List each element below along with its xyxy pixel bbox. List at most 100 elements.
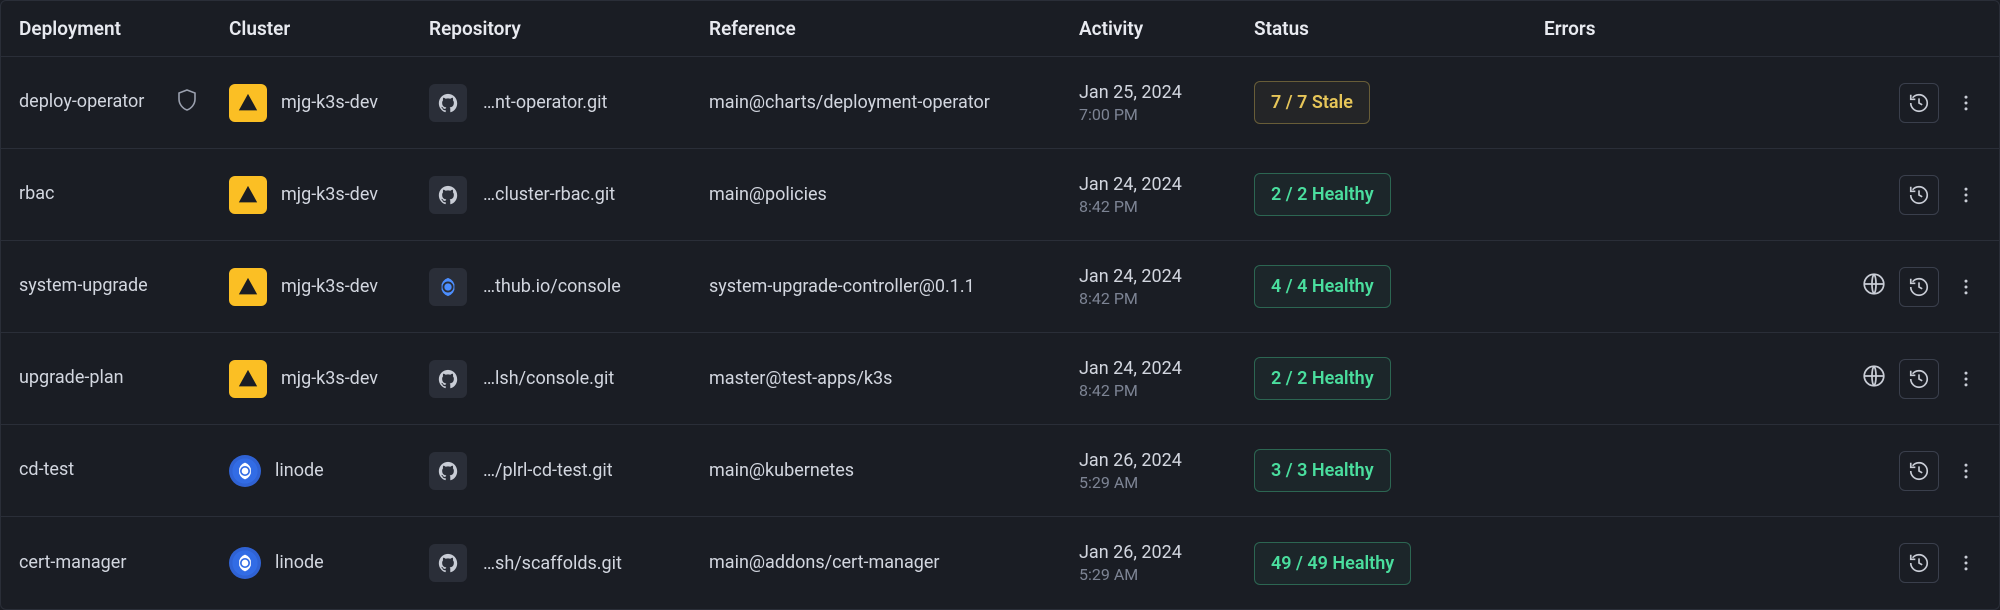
activity-time: 5:29 AM [1079,473,1254,492]
repository-cell: …cluster-rbac.git [429,176,709,214]
status-badge: 3 / 3 Healthy [1254,449,1391,492]
kubernetes-icon [229,455,261,487]
cluster-warning-icon [229,84,267,122]
cluster-name: linode [275,551,324,574]
cluster-warning-icon [229,360,267,398]
reference-text: main@kubernetes [709,458,854,483]
table-header: Deployment Cluster Repository Reference … [1,1,1999,57]
cluster-name: mjg-k3s-dev [281,91,378,114]
cluster-cell: mjg-k3s-dev [229,84,429,122]
col-deployment: Deployment [19,17,229,40]
status-cell: 2 / 2 Healthy [1254,357,1544,400]
activity-cell: Jan 26, 2024 5:29 AM [1079,542,1254,584]
repository-name: …nt-operator.git [483,92,607,113]
deployment-name: cert-manager [19,551,126,575]
reference-cell: main@addons/cert-manager [709,550,1079,575]
table-row[interactable]: rbac mjg-k3s-dev …cluster-rbac.git main@pol… [1,149,1999,241]
globe-icon[interactable] [1861,363,1887,394]
repository-cell: …lsh/console.git [429,360,709,398]
repository-name: …cluster-rbac.git [483,184,615,205]
github-icon [429,176,467,214]
deployment-cell: rbac [19,182,229,206]
status-badge: 7 / 7 Stale [1254,81,1370,124]
deployment-name: system-upgrade [19,274,148,298]
history-button[interactable] [1899,175,1939,215]
col-reference: Reference [709,17,1079,40]
status-cell: 7 / 7 Stale [1254,81,1544,124]
reference-text: main@charts/deployment-operator [709,90,990,115]
table-row[interactable]: cert-manager linode …sh/scaffolds.git main@… [1,517,1999,609]
github-icon [429,452,467,490]
status-badge: 4 / 4 Healthy [1254,265,1391,308]
more-actions-button[interactable] [1951,451,1981,491]
repository-cell: …thub.io/console [429,268,709,306]
kubernetes-icon [229,547,261,579]
table-row[interactable]: upgrade-plan mjg-k3s-dev …lsh/console.git m… [1,333,1999,425]
deployment-cell: cert-manager [19,551,229,575]
repository-name: …lsh/console.git [483,368,614,389]
cluster-warning-icon [229,268,267,306]
activity-time: 8:42 PM [1079,381,1254,400]
cluster-cell: mjg-k3s-dev [229,360,429,398]
more-actions-button[interactable] [1951,359,1981,399]
reference-cell: master@test-apps/k3s [709,366,1079,391]
actions-cell [1774,543,1981,583]
deployment-cell: cd-test [19,458,229,482]
status-cell: 49 / 49 Healthy [1254,542,1544,585]
globe-icon[interactable] [1861,271,1887,302]
table-row[interactable]: system-upgrade mjg-k3s-dev …thub.io/consol… [1,241,1999,333]
history-button[interactable] [1899,451,1939,491]
activity-time: 8:42 PM [1079,289,1254,308]
history-button[interactable] [1899,543,1939,583]
activity-time: 5:29 AM [1079,565,1254,584]
reference-text: main@policies [709,182,827,207]
cluster-name: linode [275,459,324,482]
repository-cell: …/plrl-cd-test.git [429,452,709,490]
table-row[interactable]: cd-test linode …/plrl-cd-test.git main@kube… [1,425,1999,517]
deployment-name: rbac [19,182,54,206]
github-icon [429,360,467,398]
actions-cell [1774,451,1981,491]
activity-date: Jan 24, 2024 [1079,266,1254,287]
status-cell: 2 / 2 Healthy [1254,173,1544,216]
cluster-cell: linode [229,455,429,487]
repository-name: …/plrl-cd-test.git [483,460,613,481]
col-cluster: Cluster [229,17,429,40]
cluster-name: mjg-k3s-dev [281,183,378,206]
reference-text: main@addons/cert-manager [709,550,940,575]
history-button[interactable] [1899,83,1939,123]
repository-name: …thub.io/console [483,276,621,297]
repository-name: …sh/scaffolds.git [483,553,622,574]
activity-time: 8:42 PM [1079,197,1254,216]
github-icon [429,84,467,122]
deployment-cell: upgrade-plan [19,366,229,390]
cluster-cell: mjg-k3s-dev [229,268,429,306]
more-actions-button[interactable] [1951,267,1981,307]
reference-text: master@test-apps/k3s [709,366,892,391]
activity-date: Jan 24, 2024 [1079,358,1254,379]
deployment-cell: system-upgrade [19,274,229,298]
cluster-warning-icon [229,176,267,214]
deployment-name: upgrade-plan [19,366,124,390]
reference-cell: main@policies [709,182,1079,207]
reference-cell: main@kubernetes [709,458,1079,483]
status-cell: 4 / 4 Healthy [1254,265,1544,308]
activity-date: Jan 26, 2024 [1079,450,1254,471]
history-button[interactable] [1899,267,1939,307]
reference-cell: main@charts/deployment-operator [709,90,1079,115]
cluster-name: mjg-k3s-dev [281,367,378,390]
activity-cell: Jan 24, 20248:42 PM [1079,174,1254,216]
actions-cell [1774,175,1981,215]
col-repository: Repository [429,17,709,40]
table-row[interactable]: deploy-operatormjg-k3s-dev…nt-operator.g… [1,57,1999,149]
reference-cell: system-upgrade-controller@0.1.1 [709,274,1079,299]
more-actions-button[interactable] [1951,83,1981,123]
status-badge: 2 / 2 Healthy [1254,173,1391,216]
activity-date: Jan 26, 2024 [1079,542,1254,563]
history-button[interactable] [1899,359,1939,399]
more-actions-button[interactable] [1951,175,1981,215]
activity-cell: Jan 24, 2024 8:42 PM [1079,358,1254,400]
actions-cell [1774,359,1981,399]
more-actions-button[interactable] [1951,543,1981,583]
cluster-cell: mjg-k3s-dev [229,176,429,214]
